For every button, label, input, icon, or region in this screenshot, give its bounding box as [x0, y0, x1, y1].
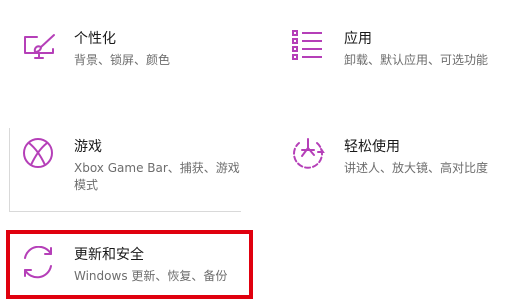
tile-title: 游戏	[74, 139, 102, 155]
sync-arrows-icon	[24, 246, 52, 279]
xbox-icon	[23, 138, 53, 168]
tile-description: Windows 更新、恢复、备份	[74, 269, 228, 283]
tile-description: 讲述人、放大镜、高对比度	[344, 161, 489, 175]
tile-description: Xbox Game Bar、捕获、游戏模式	[74, 161, 240, 192]
settings-tile-update-security[interactable]: 更新和安全 Windows 更新、恢复、备份	[20, 246, 245, 290]
settings-tile-personalization[interactable]: 个性化 背景、锁屏、颜色	[20, 30, 230, 80]
settings-tile-ease-of-access[interactable]: 轻松使用 讲述人、放大镜、高对比度	[290, 138, 510, 188]
focus-outline-left	[9, 128, 10, 211]
settings-tile-gaming[interactable]: 游戏 Xbox Game Bar、捕获、游戏模式	[20, 138, 240, 208]
ease-of-access-icon	[293, 138, 325, 169]
focus-outline-bottom	[9, 211, 241, 212]
app-list-icon	[292, 30, 322, 60]
settings-tile-apps[interactable]: 应用 卸载、默认应用、可选功能	[290, 30, 510, 80]
tile-title: 更新和安全	[74, 247, 144, 263]
tile-title: 应用	[344, 31, 372, 47]
tile-description: 背景、锁屏、颜色	[74, 53, 171, 67]
paint-monitor-icon	[24, 34, 55, 59]
tile-title: 轻松使用	[344, 139, 400, 155]
tile-title: 个性化	[74, 31, 116, 47]
tile-description: 卸载、默认应用、可选功能	[344, 53, 489, 67]
